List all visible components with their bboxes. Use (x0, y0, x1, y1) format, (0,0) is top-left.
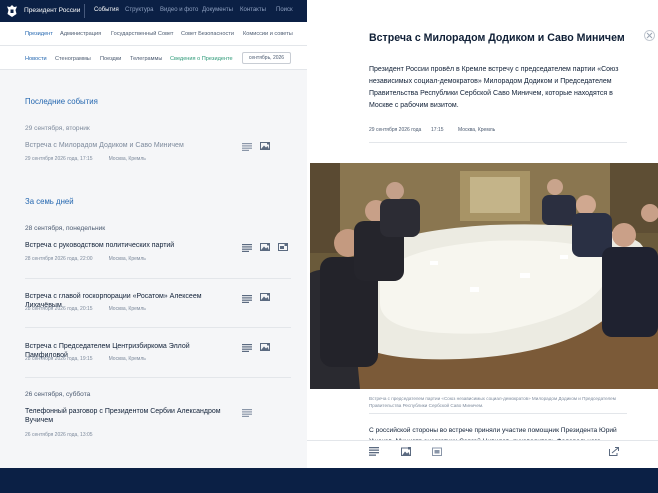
article-title: Встреча с Милорадом Додиком и Саво Минич… (369, 32, 625, 44)
article-panel: Встреча с Милорадом Додиком и Саво Минич… (307, 0, 658, 468)
list-icon[interactable] (242, 143, 252, 151)
video-icon[interactable] (432, 447, 442, 456)
event-title[interactable]: Телефонный разговор с Президентом Сербии… (25, 407, 230, 425)
list-icon[interactable] (369, 447, 379, 456)
date-filter-select[interactable]: сентябрь, 2026 (242, 52, 291, 64)
close-icon[interactable] (644, 30, 655, 41)
divider (369, 413, 627, 414)
event-meta: 28 сентября 2026 года, 22:00 Москва, Крем… (25, 256, 146, 262)
list-icon[interactable] (242, 244, 252, 252)
tab-bar: Новости Стенограммы Поездки Телеграммы С… (0, 46, 307, 70)
date-heading: 29 сентября, вторник (25, 125, 90, 132)
tab-news[interactable]: Новости (25, 56, 47, 62)
article-time: 17:15 (431, 127, 444, 133)
article-date: 29 сентября 2026 года (369, 127, 422, 133)
photo-icon[interactable] (260, 343, 270, 351)
list-divider (25, 278, 291, 279)
nav-video-photo[interactable]: Видео и фото (160, 7, 198, 13)
share-icon[interactable] (609, 447, 619, 456)
article-location[interactable]: Москва, Кремль (458, 127, 495, 133)
list-icon[interactable] (242, 344, 252, 352)
list-icon[interactable] (242, 295, 252, 303)
date-heading: 28 сентября, понедельник (25, 225, 106, 232)
eagle-icon[interactable] (7, 5, 17, 17)
list-divider (25, 327, 291, 328)
subnav-security-council[interactable]: Совет Безопасности (181, 31, 234, 37)
event-meta: 29 сентября 2026 года, 17:15 Москва, Крем… (25, 156, 146, 162)
article-lead: Президент России провёл в Кремле встречу… (369, 66, 619, 109)
site-name[interactable]: Президент России (24, 7, 80, 14)
subnav-president[interactable]: Президент (25, 31, 53, 37)
list-icon[interactable] (242, 409, 252, 417)
event-title[interactable]: Встреча с руководством политических парт… (25, 241, 230, 250)
subnav-commissions[interactable]: Комиссии и советы (243, 31, 293, 37)
tab-trips[interactable]: Поездки (100, 56, 121, 62)
photo-icon[interactable] (260, 142, 270, 150)
subnav-administration[interactable]: Администрация (60, 31, 101, 37)
events-page: Президент России События Структура Видео… (0, 0, 307, 493)
nav-documents[interactable]: Документы (202, 7, 233, 13)
tab-president-info[interactable]: Сведения о Президенте (170, 56, 233, 62)
week-events-heading: За семь дней (25, 197, 74, 206)
date-heading: 26 сентября, суббота (25, 391, 91, 398)
event-title[interactable]: Встреча с Милорадом Додиком и Саво Минич… (25, 141, 230, 150)
meeting-photo[interactable] (310, 163, 658, 389)
article-toolbar (307, 440, 658, 468)
nav-separator (84, 4, 85, 18)
list-divider (25, 377, 291, 378)
photo-icon[interactable] (260, 293, 270, 301)
top-navbar: Президент России События Структура Видео… (0, 0, 307, 22)
tab-telegrams[interactable]: Телеграммы (130, 56, 162, 62)
subnav-state-council[interactable]: Государственный Совет (111, 31, 173, 37)
event-meta: 28 сентября 2026 года, 20:15 Москва, Крем… (25, 306, 146, 312)
photo-icon[interactable] (401, 447, 411, 456)
nav-search[interactable]: Поиск (276, 7, 293, 13)
video-icon[interactable] (278, 243, 288, 251)
footer-strip (0, 468, 658, 493)
section-navbar: Президент Администрация Государственный … (0, 22, 307, 46)
tab-transcripts[interactable]: Стенограммы (55, 56, 91, 62)
recent-events-heading: Последние события (25, 97, 98, 106)
nav-events[interactable]: События (94, 7, 119, 13)
event-meta: 26 сентября 2026 года, 13:05 (25, 432, 93, 438)
nav-structure[interactable]: Структура (125, 7, 153, 13)
event-meta: 28 сентября 2026 года, 19:15 Москва, Крем… (25, 356, 146, 362)
photo-caption: Встреча с председателем партии «Союз нез… (369, 396, 616, 408)
divider (369, 142, 627, 143)
nav-contacts[interactable]: Контакты (240, 7, 266, 13)
photo-icon[interactable] (260, 243, 270, 251)
